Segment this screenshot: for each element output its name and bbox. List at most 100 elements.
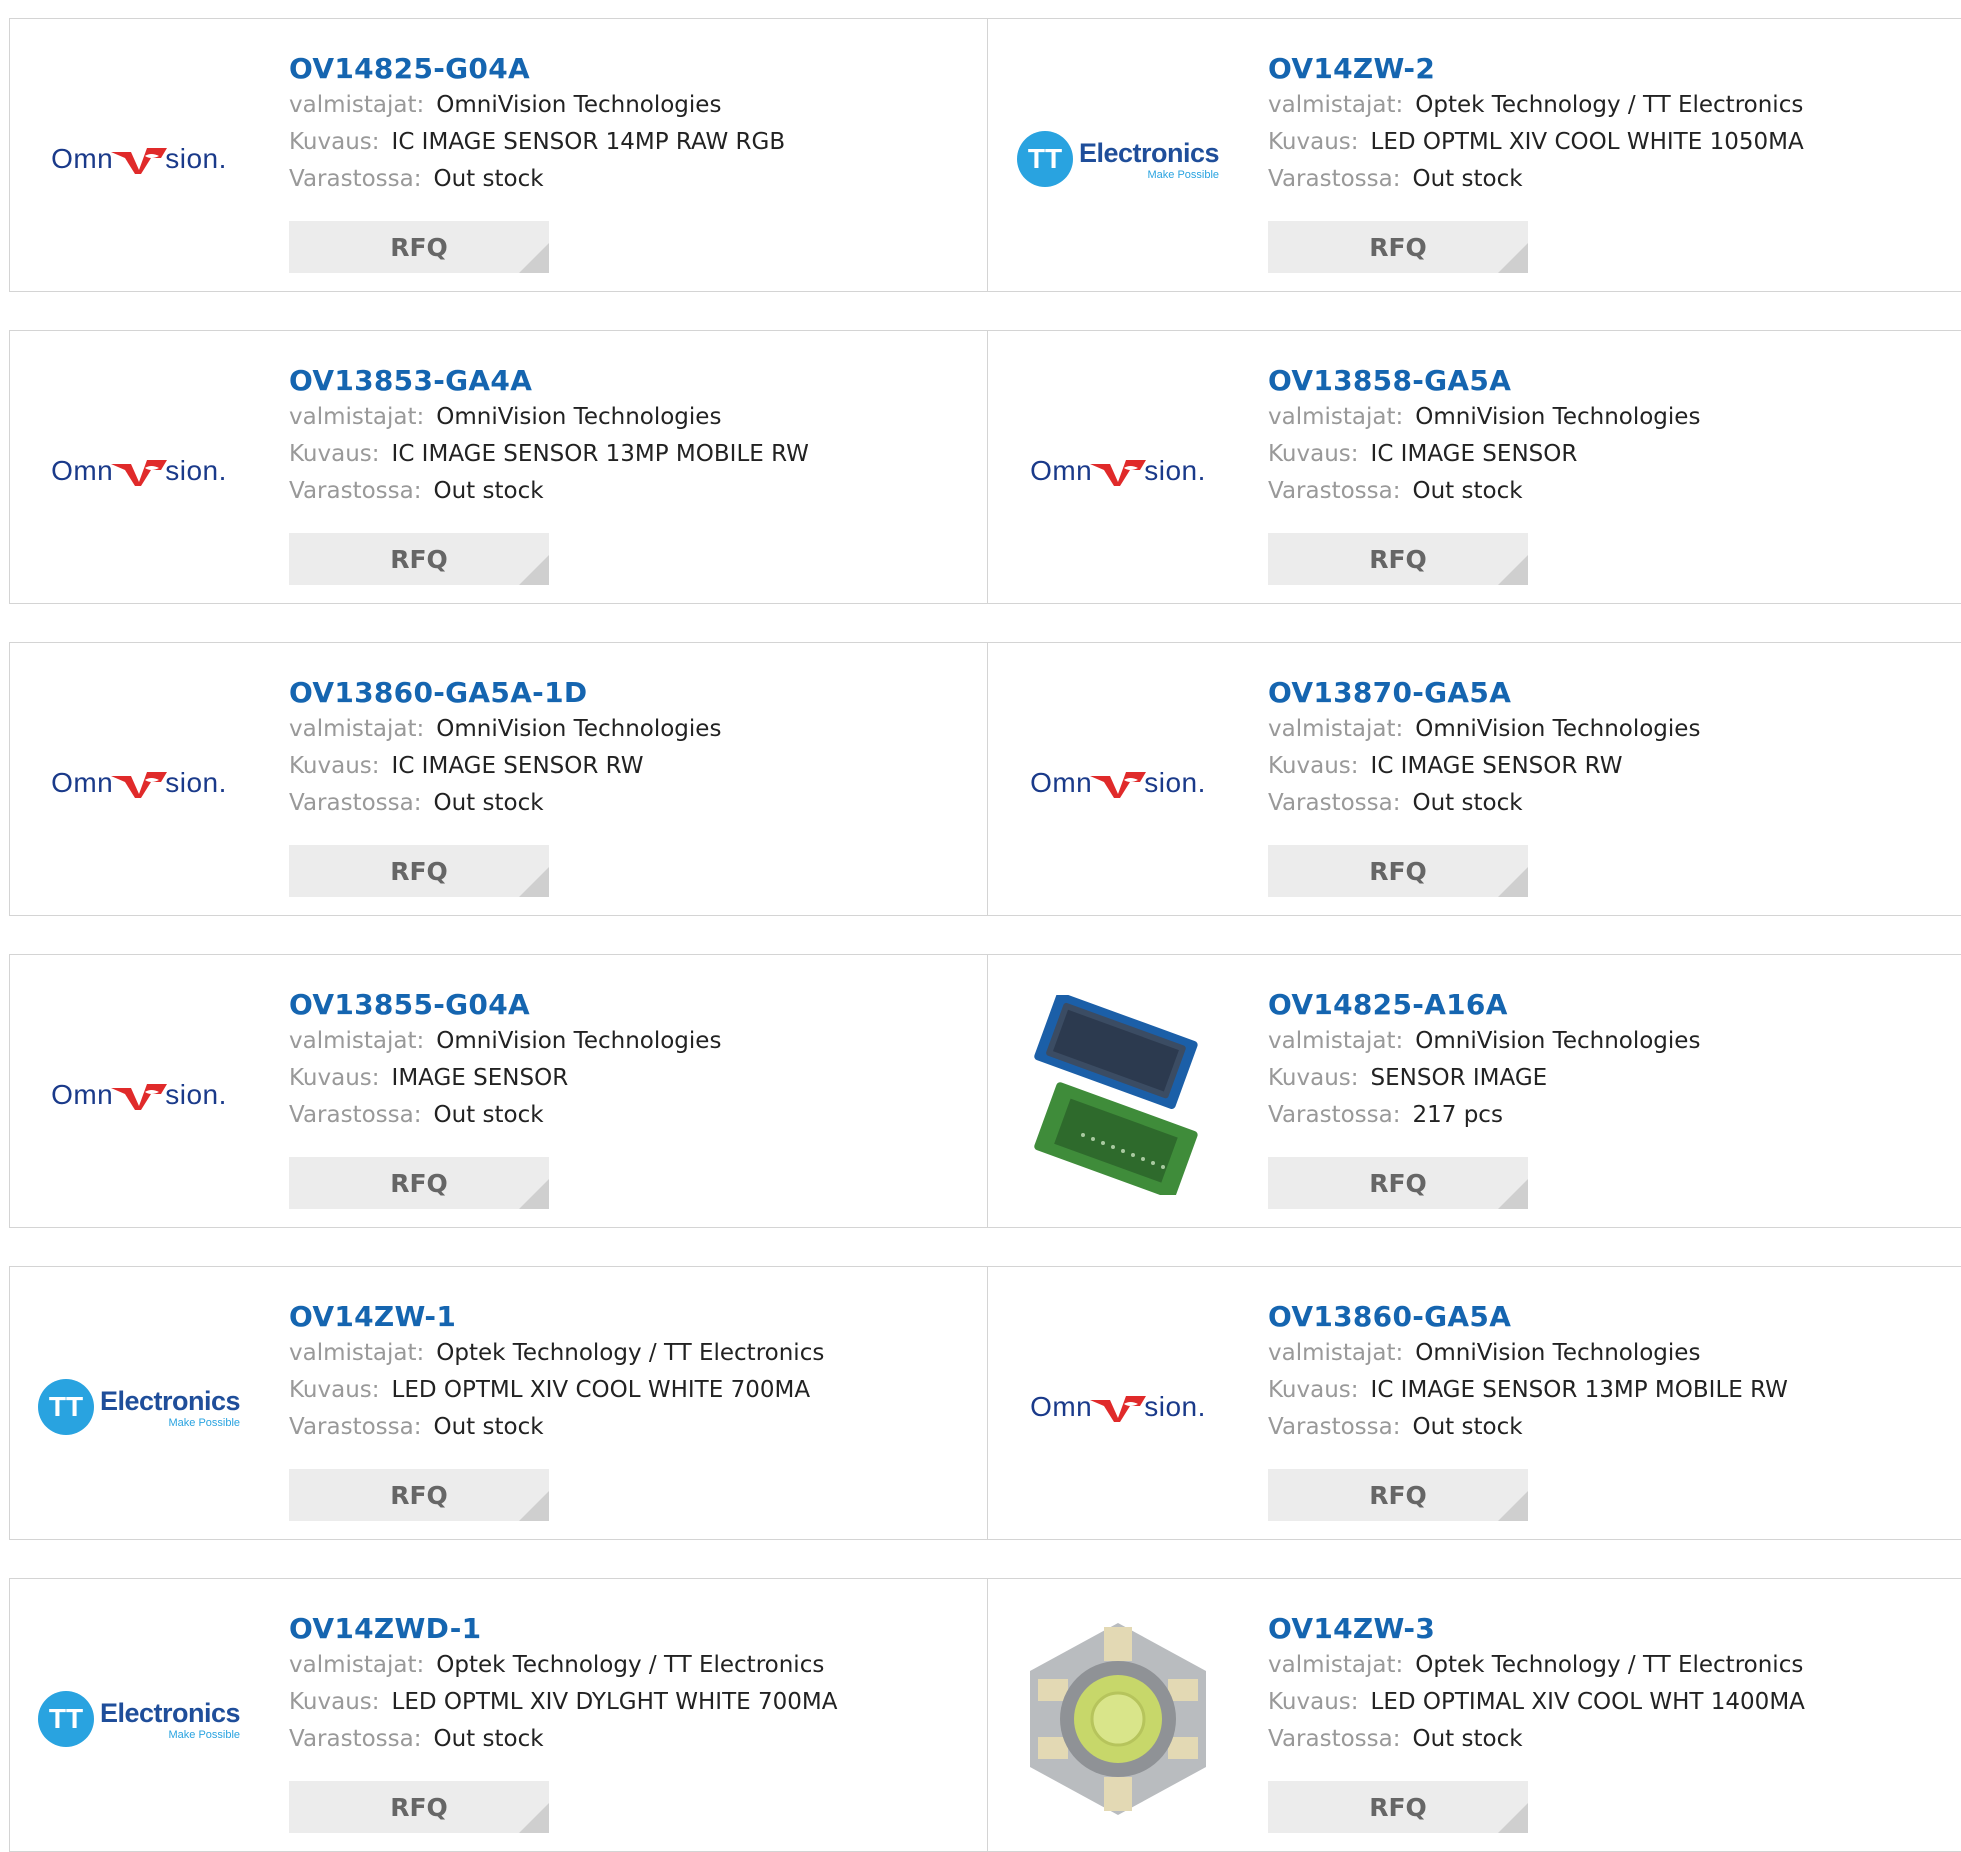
stock-label: Varastossa:: [1268, 166, 1401, 193]
description-line: Kuvaus: IC IMAGE SENSOR 14MP RAW RGB: [289, 124, 785, 161]
stock-value: Out stock: [433, 166, 544, 193]
stock-line: Varastossa: Out stock: [289, 161, 785, 198]
stock-line: Varastossa: Out stock: [1268, 1721, 1805, 1758]
omnivision-logo: Omn sion.: [1030, 767, 1206, 798]
stock-line: Varastossa: Out stock: [289, 1097, 721, 1134]
manufacturer-value: OmniVision Technologies: [436, 716, 722, 743]
omnivision-mark-icon: [1090, 772, 1147, 798]
product-row: TT Electronics Make Possible OV14ZW-1 va…: [9, 1266, 1961, 1540]
rfq-label: RFQ: [1369, 1792, 1427, 1822]
stock-value: Out stock: [433, 1414, 544, 1441]
stock-value: 217 pcs: [1412, 1102, 1503, 1129]
product-image[interactable]: Omn sion.: [1018, 683, 1218, 883]
part-number-link[interactable]: OV13860-GA5A-1D: [289, 675, 721, 711]
description-value: IC IMAGE SENSOR: [1370, 441, 1578, 468]
rfq-button[interactable]: RFQ: [289, 533, 549, 585]
product-card: Omn sion. OV13853-GA4A valmistajat: OmniV…: [9, 331, 987, 603]
part-number-link[interactable]: OV14ZW-3: [1268, 1611, 1805, 1647]
manufacturer-line: valmistajat: Optek Technology / TT Electr…: [289, 1335, 824, 1372]
tt-electronics-logo: TT Electronics Make Possible: [37, 1691, 241, 1747]
manufacturer-label: valmistajat:: [1268, 1652, 1404, 1679]
part-number-link[interactable]: OV14ZW-2: [1268, 51, 1804, 87]
rfq-button[interactable]: RFQ: [289, 221, 549, 273]
product-card: TT Electronics Make Possible OV14ZW-2 va…: [987, 19, 1961, 291]
description-line: Kuvaus: IC IMAGE SENSOR 13MP MOBILE RW: [1268, 1372, 1788, 1409]
rfq-button[interactable]: RFQ: [1268, 1469, 1528, 1521]
description-label: Kuvaus:: [1268, 1689, 1359, 1716]
product-image[interactable]: TT Electronics Make Possible: [37, 1307, 241, 1507]
manufacturer-line: valmistajat: OmniVision Technologies: [289, 711, 721, 748]
manufacturer-value: Optek Technology / TT Electronics: [1415, 92, 1804, 119]
product-image[interactable]: TT Electronics Make Possible: [37, 1619, 241, 1819]
rfq-button[interactable]: RFQ: [289, 845, 549, 897]
product-card: Omn sion. OV14825-G04A valmistajat: OmniV…: [9, 19, 987, 291]
rfq-button[interactable]: RFQ: [1268, 1781, 1528, 1833]
corner-triangle-icon: [1498, 867, 1528, 897]
part-number-link[interactable]: OV14825-A16A: [1268, 987, 1700, 1023]
product-image[interactable]: [1018, 995, 1218, 1195]
rfq-button[interactable]: RFQ: [1268, 1157, 1528, 1209]
rfq-button[interactable]: RFQ: [289, 1781, 549, 1833]
manufacturer-line: valmistajat: OmniVision Technologies: [289, 1023, 721, 1060]
rfq-button[interactable]: RFQ: [1268, 533, 1528, 585]
part-number-link[interactable]: OV13853-GA4A: [289, 363, 809, 399]
description-line: Kuvaus: IC IMAGE SENSOR RW: [289, 748, 721, 785]
manufacturer-label: valmistajat:: [1268, 404, 1404, 431]
omnivision-mark-icon: [111, 148, 168, 174]
product-image[interactable]: TT Electronics Make Possible: [1016, 59, 1220, 259]
product-image[interactable]: Omn sion.: [39, 683, 239, 883]
rfq-button[interactable]: RFQ: [1268, 845, 1528, 897]
product-image[interactable]: Omn sion.: [39, 59, 239, 259]
stock-label: Varastossa:: [289, 790, 422, 817]
part-number-link[interactable]: OV14ZWD-1: [289, 1611, 837, 1647]
led-star-photo: [1030, 1623, 1206, 1815]
description-line: Kuvaus: IMAGE SENSOR: [289, 1060, 721, 1097]
part-number-link[interactable]: OV14825-G04A: [289, 51, 785, 87]
stock-line: Varastossa: Out stock: [289, 1721, 837, 1758]
stock-value: Out stock: [1412, 478, 1523, 505]
part-number-link[interactable]: OV13858-GA5A: [1268, 363, 1700, 399]
stock-label: Varastossa:: [289, 1726, 422, 1753]
product-card: Omn sion. OV13860-GA5A-1D valmistajat: Om…: [9, 643, 987, 915]
omnivision-logo: Omn sion.: [51, 143, 227, 174]
part-number-link[interactable]: OV13870-GA5A: [1268, 675, 1700, 711]
omnivision-logo: Omn sion.: [51, 455, 227, 486]
part-number-link[interactable]: OV13860-GA5A: [1268, 1299, 1788, 1335]
stock-label: Varastossa:: [1268, 1414, 1401, 1441]
product-image[interactable]: Omn sion.: [1018, 371, 1218, 571]
manufacturer-label: valmistajat:: [289, 1652, 425, 1679]
product-image[interactable]: Omn sion.: [1018, 1307, 1218, 1507]
stock-line: Varastossa: 217 pcs: [1268, 1097, 1700, 1134]
manufacturer-line: valmistajat: OmniVision Technologies: [289, 87, 785, 124]
tt-electronics-logo: TT Electronics Make Possible: [37, 1379, 241, 1435]
manufacturer-value: OmniVision Technologies: [1415, 1340, 1701, 1367]
rfq-button[interactable]: RFQ: [1268, 221, 1528, 273]
description-line: Kuvaus: LED OPTIMAL XIV COOL WHT 1400MA: [1268, 1684, 1805, 1721]
stock-line: Varastossa: Out stock: [289, 473, 809, 510]
rfq-label: RFQ: [1369, 232, 1427, 262]
tt-badge-icon: TT: [1016, 131, 1073, 187]
corner-triangle-icon: [1498, 1803, 1528, 1833]
product-image[interactable]: [1018, 1619, 1218, 1819]
manufacturer-line: valmistajat: OmniVision Technologies: [1268, 711, 1700, 748]
part-number-link[interactable]: OV14ZW-1: [289, 1299, 824, 1335]
product-card: Omn sion. OV13855-G04A valmistajat: OmniV…: [9, 955, 987, 1227]
corner-triangle-icon: [519, 1491, 549, 1521]
manufacturer-line: valmistajat: OmniVision Technologies: [1268, 399, 1700, 436]
rfq-button[interactable]: RFQ: [289, 1157, 549, 1209]
description-label: Kuvaus:: [289, 1377, 380, 1404]
stock-value: Out stock: [433, 1726, 544, 1753]
manufacturer-value: OmniVision Technologies: [436, 404, 722, 431]
product-image[interactable]: Omn sion.: [39, 371, 239, 571]
stock-value: Out stock: [433, 1102, 544, 1129]
rfq-button[interactable]: RFQ: [289, 1469, 549, 1521]
product-card: Omn sion. OV13860-GA5A valmistajat: OmniV…: [987, 1267, 1961, 1539]
product-card: Omn sion. OV13870-GA5A valmistajat: OmniV…: [987, 643, 1961, 915]
part-number-link[interactable]: OV13855-G04A: [289, 987, 721, 1023]
manufacturer-label: valmistajat:: [289, 92, 425, 119]
description-label: Kuvaus:: [1268, 129, 1359, 156]
omnivision-mark-icon: [111, 460, 168, 486]
product-image[interactable]: Omn sion.: [39, 995, 239, 1195]
description-label: Kuvaus:: [1268, 1065, 1359, 1092]
product-card: TT Electronics Make Possible OV14ZWD-1 v…: [9, 1579, 987, 1851]
